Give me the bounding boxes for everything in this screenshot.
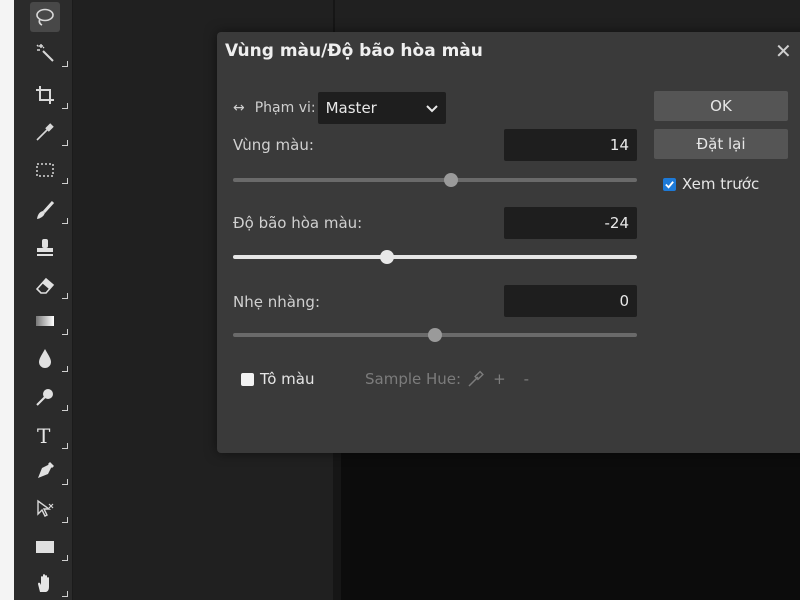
saturation-label: Độ bão hòa màu: xyxy=(233,214,363,232)
range-row: ↔ Phạm vi: Master xyxy=(233,92,446,124)
hue-slider-thumb[interactable] xyxy=(444,173,459,187)
svg-text:T: T xyxy=(37,424,51,446)
lasso-tool[interactable] xyxy=(30,2,60,32)
stamp-icon xyxy=(37,239,53,256)
saturation-slider-thumb[interactable] xyxy=(379,250,394,264)
left-edge-strip xyxy=(0,0,14,600)
marquee-tool[interactable] xyxy=(30,155,68,185)
preview-checkbox-box[interactable] xyxy=(663,177,676,191)
type-tool[interactable]: T xyxy=(30,420,68,450)
type-icon: T xyxy=(37,424,51,446)
hand-tool[interactable] xyxy=(30,568,68,598)
add-sample-button[interactable]: + xyxy=(493,370,506,388)
reset-button[interactable]: Đặt lại xyxy=(654,129,788,159)
close-icon[interactable]: ✕ xyxy=(775,39,792,63)
hue-slider[interactable] xyxy=(233,173,637,187)
chevron-down-icon xyxy=(425,105,438,113)
lightness-slider[interactable] xyxy=(233,328,637,342)
lightness-input[interactable]: 0 xyxy=(504,285,637,317)
colorize-checkbox-box[interactable] xyxy=(241,372,254,386)
gradient-icon xyxy=(36,316,54,326)
rectangle-icon xyxy=(36,541,54,553)
lasso-icon xyxy=(36,8,54,26)
lightness-slider-thumb[interactable] xyxy=(428,328,442,342)
eyedropper-icon xyxy=(36,123,54,141)
blur-tool[interactable] xyxy=(30,343,68,373)
dialog-title: Vùng màu/Độ bão hòa màu xyxy=(225,41,483,61)
sample-hue-label: Sample Hue: xyxy=(365,370,462,388)
crop-icon xyxy=(36,86,54,104)
saturation-input[interactable]: -24 xyxy=(504,207,637,239)
eraser-tool[interactable] xyxy=(30,270,68,300)
dodge-icon xyxy=(36,389,53,406)
preview-label: Xem trước xyxy=(682,175,760,193)
range-select-value: Master xyxy=(325,99,377,117)
sample-hue-group: Sample Hue: + - xyxy=(365,370,547,388)
checkmark-icon xyxy=(665,180,674,189)
eraser-icon xyxy=(35,277,55,294)
tools-panel: T xyxy=(14,0,73,600)
drop-icon xyxy=(39,349,51,368)
shape-tool[interactable] xyxy=(30,532,68,562)
range-select[interactable]: Master xyxy=(317,92,446,124)
brush-tool[interactable] xyxy=(30,195,68,225)
hue-saturation-dialog: Vùng màu/Độ bão hòa màu ✕ ↔ Phạm vi: Mas… xyxy=(217,32,800,453)
ok-button[interactable]: OK xyxy=(654,91,788,121)
eyedropper-tool[interactable] xyxy=(30,117,68,147)
eyedropper-icon[interactable] xyxy=(467,370,485,388)
path-select-tool[interactable] xyxy=(30,494,68,524)
range-label: Phạm vi: xyxy=(254,100,316,116)
marquee-icon xyxy=(36,163,54,177)
crop-tool[interactable] xyxy=(30,80,68,110)
preview-checkbox[interactable]: Xem trước xyxy=(663,175,759,193)
pen-icon xyxy=(38,462,54,478)
hand-icon xyxy=(38,574,49,592)
colorize-checkbox[interactable]: Tô màu xyxy=(241,370,314,388)
brush-icon xyxy=(37,200,55,219)
remove-sample-button[interactable]: - xyxy=(524,370,529,388)
stamp-tool[interactable] xyxy=(30,233,60,263)
saturation-slider[interactable] xyxy=(233,250,637,264)
magic-wand-tool[interactable] xyxy=(30,38,68,68)
dodge-tool[interactable] xyxy=(30,382,68,412)
path-select-icon xyxy=(37,499,54,517)
range-arrows-icon: ↔ xyxy=(233,100,245,116)
magic-wand-icon xyxy=(36,44,54,62)
hue-input[interactable]: 14 xyxy=(504,129,637,161)
gradient-tool[interactable] xyxy=(30,306,68,336)
colorize-label: Tô màu xyxy=(260,370,315,388)
hue-label: Vùng màu: xyxy=(233,136,314,154)
lightness-label: Nhẹ nhàng: xyxy=(233,293,321,311)
pen-tool[interactable] xyxy=(30,456,68,486)
image-canvas[interactable] xyxy=(333,450,800,600)
